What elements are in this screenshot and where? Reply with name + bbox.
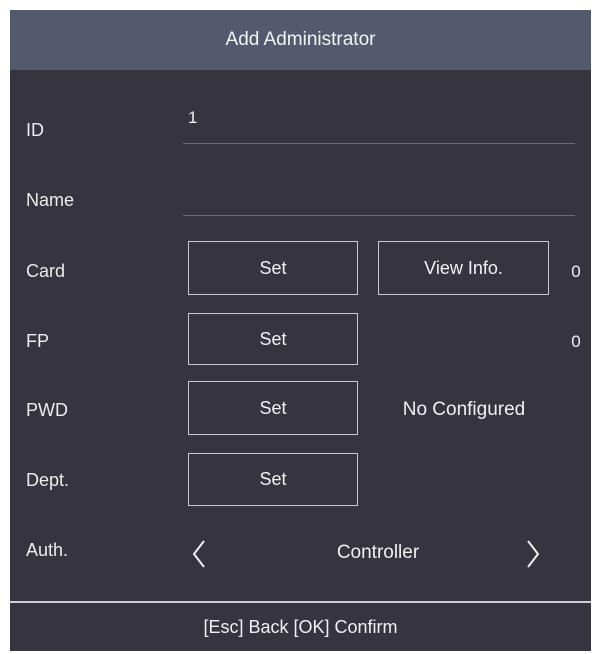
id-label: ID <box>26 120 44 140</box>
footer-bar: [Esc] Back [OK] Confirm <box>10 603 591 651</box>
chevron-right-icon[interactable] <box>520 538 544 570</box>
card-view-info-button[interactable]: View Info. <box>378 241 549 295</box>
id-field[interactable]: 1 <box>188 108 197 128</box>
chevron-left-icon[interactable] <box>188 538 212 570</box>
pwd-status: No Configured <box>402 399 526 420</box>
pwd-set-button[interactable]: Set <box>188 381 358 435</box>
name-field[interactable] <box>188 182 568 210</box>
add-administrator-screen: Add Administrator ID 1 Name Card Set Vie… <box>10 10 591 651</box>
page-title: Add Administrator <box>225 29 376 50</box>
auth-label: Auth. <box>26 540 69 560</box>
card-set-button[interactable]: Set <box>188 241 358 295</box>
title-bar: Add Administrator <box>10 10 591 70</box>
fp-label: FP <box>26 331 50 351</box>
pwd-label: PWD <box>26 400 68 420</box>
dept-label: Dept. <box>26 470 70 490</box>
fp-set-button[interactable]: Set <box>188 313 358 365</box>
auth-value[interactable]: Controller <box>230 542 526 564</box>
dept-set-button[interactable]: Set <box>188 453 358 506</box>
card-count: 0 <box>571 262 581 281</box>
fp-count: 0 <box>571 332 581 351</box>
card-label: Card <box>26 261 66 281</box>
footer-hint: [Esc] Back [OK] Confirm <box>203 616 398 637</box>
name-label: Name <box>26 190 75 210</box>
name-field-underline <box>183 215 575 216</box>
id-field-underline <box>183 143 575 144</box>
